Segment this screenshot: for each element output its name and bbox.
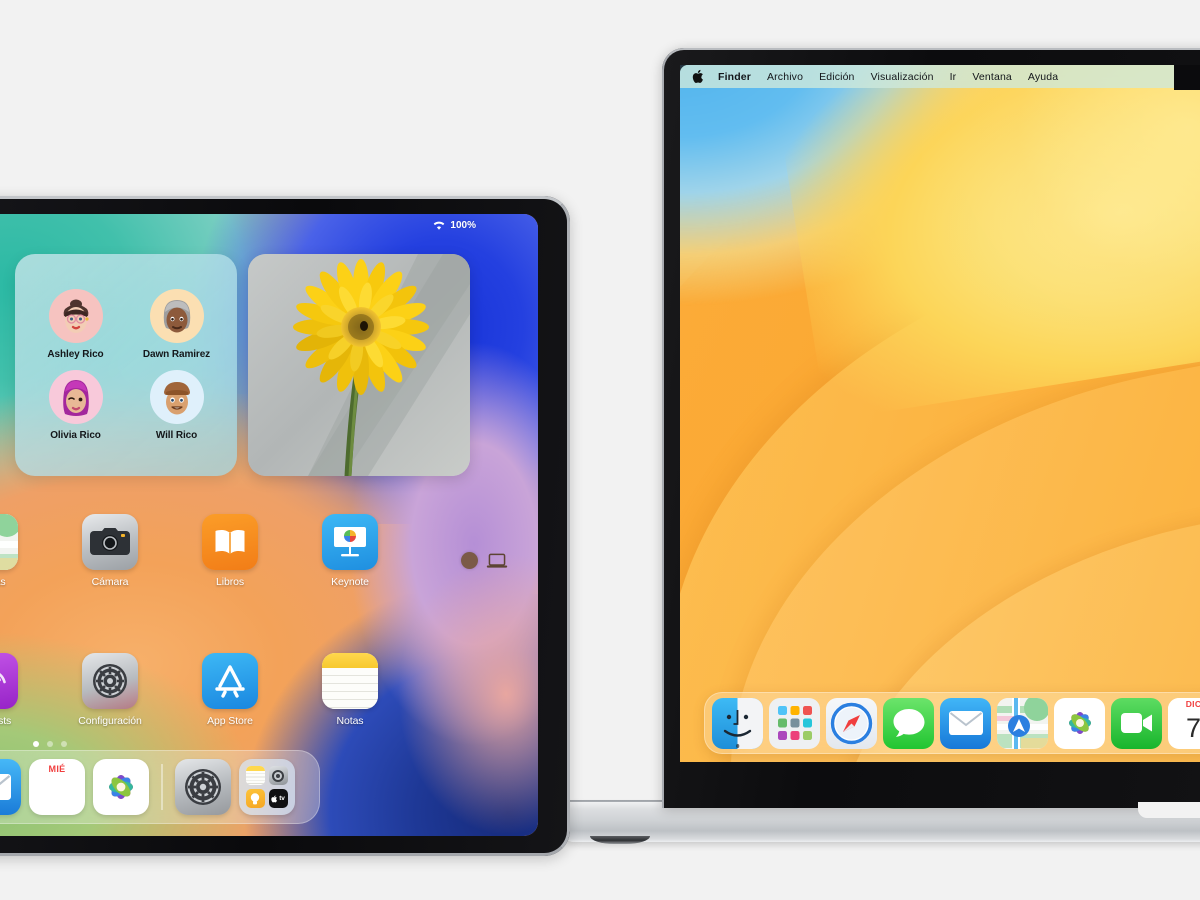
dock-item-calendar[interactable]: MIÉ [29, 759, 85, 815]
ipad-device: 100% Ashley Rico Dawn Ramirez Olivia Ric… [0, 196, 570, 886]
app-row-1: Mapas [0, 514, 470, 588]
menu-item-visualizacion[interactable]: Visualización [863, 71, 942, 83]
app-libros[interactable]: Libros [170, 514, 290, 588]
folder-mini-notes [245, 766, 265, 785]
page-dot-2[interactable] [47, 741, 53, 747]
contact-will-rico[interactable]: Will Rico [126, 370, 227, 441]
wifi-icon [434, 221, 445, 230]
dock-calendar-month: DIC [1185, 699, 1200, 709]
apple-logo-icon[interactable] [692, 69, 705, 84]
contact-ashley-rico[interactable]: Ashley Rico [25, 289, 126, 360]
dock-recent-settings[interactable] [174, 759, 231, 815]
app-label: Configuración [78, 715, 142, 727]
macbook-screen: Finder Archivo Edición Visualización Ir … [680, 65, 1200, 762]
camera-icon [82, 514, 138, 570]
widget-photos[interactable] [248, 254, 470, 476]
maps-icon [0, 514, 18, 570]
dock-item-photos[interactable] [1054, 697, 1105, 749]
dock-item-calendar[interactable]: DIC 7 [1168, 697, 1200, 749]
ipad-screen: 100% Ashley Rico Dawn Ramirez Olivia Ric… [0, 214, 538, 836]
app-label: Mapas [0, 576, 6, 588]
dock-item-photos[interactable] [93, 759, 149, 815]
contact-olivia-rico[interactable]: Olivia Rico [25, 370, 126, 441]
dock-recent-folder[interactable]: tv [238, 759, 295, 815]
settings-icon [82, 653, 138, 709]
menu-item-ir[interactable]: Ir [942, 71, 965, 83]
app-label: Podcasts [0, 715, 12, 727]
books-icon [202, 514, 258, 570]
ipad-dock[interactable]: MIÉ tv [0, 750, 320, 824]
app-keynote[interactable]: Keynote [290, 514, 410, 588]
universal-control-indicator[interactable] [461, 552, 508, 569]
mac-notch [1174, 65, 1200, 90]
app-label: Notas [336, 715, 364, 727]
macbook-device: Finder Archivo Edición Visualización Ir … [562, 48, 1200, 844]
dock-calendar-day: 7 [1185, 713, 1200, 743]
dock-divider [161, 764, 163, 810]
dock-item-messages[interactable] [883, 697, 934, 749]
dock-item-safari[interactable] [826, 697, 877, 749]
folder-mini-appletv: tv [268, 789, 288, 808]
contact-name: Will Rico [155, 430, 198, 441]
folder-mini-photos [268, 766, 288, 785]
podcasts-icon [0, 653, 18, 709]
contact-name: Dawn Ramirez [142, 349, 211, 360]
macbook-base [562, 802, 1200, 842]
ipad-status-bar: 100% [432, 220, 476, 231]
macbook-foot [590, 836, 650, 844]
dock-running-dot [735, 744, 740, 748]
menu-item-edicion[interactable]: Edición [811, 71, 863, 83]
menu-item-archivo[interactable]: Archivo [759, 71, 811, 83]
app-camara[interactable]: Cámara [50, 514, 170, 588]
app-label: App Store [207, 715, 253, 727]
memoji-will-avatar [149, 370, 204, 424]
dock-item-mail[interactable] [0, 759, 21, 815]
widget-contacts[interactable]: Ashley Rico Dawn Ramirez Olivia Rico Wil… [15, 254, 237, 476]
dock-item-finder[interactable] [712, 697, 763, 749]
app-configuracion[interactable]: Configuración [50, 653, 170, 727]
page-dot-3[interactable] [61, 741, 67, 747]
dock-calendar-month: MIÉ [48, 764, 66, 774]
dock-item-facetime[interactable] [1111, 697, 1162, 749]
dock-item-maps[interactable] [997, 697, 1048, 749]
memoji-dawn-avatar [149, 289, 204, 343]
laptop-icon [486, 553, 508, 568]
ipad-battery-label: 100% [450, 220, 476, 231]
memoji-olivia-avatar [48, 370, 103, 424]
ipad-body: 100% Ashley Rico Dawn Ramirez Olivia Ric… [0, 196, 570, 856]
notes-icon [322, 653, 378, 709]
app-row-2: Podcasts [0, 653, 470, 727]
memoji-ashley-avatar [48, 289, 103, 343]
page-indicator-dots[interactable] [33, 741, 67, 747]
keynote-icon [322, 514, 378, 570]
app-notas[interactable]: Notas [290, 653, 410, 727]
ipad-app-grid: Mapas [0, 514, 470, 727]
app-appstore[interactable]: App Store [170, 653, 290, 727]
mac-dock[interactable]: DIC 7 [704, 692, 1200, 754]
app-label: Keynote [331, 576, 369, 588]
menu-item-finder[interactable]: Finder [716, 71, 759, 83]
appstore-icon [202, 653, 258, 709]
mac-wallpaper [680, 65, 1200, 762]
dock-item-launchpad[interactable] [769, 697, 820, 749]
page-dot-1[interactable] [33, 741, 39, 747]
folder-mini-tips [245, 789, 265, 808]
menu-item-ayuda[interactable]: Ayuda [1020, 71, 1066, 83]
cursor-bump-icon[interactable] [461, 552, 478, 569]
mac-menu-bar[interactable]: Finder Archivo Edición Visualización Ir … [680, 65, 1200, 88]
app-label: Cámara [91, 576, 129, 588]
contact-name: Olivia Rico [50, 430, 101, 441]
contact-dawn-ramirez[interactable]: Dawn Ramirez [126, 289, 227, 360]
macbook-base-notch [1138, 802, 1200, 818]
dock-item-mail[interactable] [940, 697, 991, 749]
macbook-lid: Finder Archivo Edición Visualización Ir … [662, 48, 1200, 808]
app-podcasts[interactable]: Podcasts [0, 653, 50, 727]
app-mapas[interactable]: Mapas [0, 514, 50, 588]
contact-name: Ashley Rico [47, 349, 104, 360]
menu-item-ventana[interactable]: Ventana [964, 71, 1020, 83]
app-label: Libros [216, 576, 244, 588]
